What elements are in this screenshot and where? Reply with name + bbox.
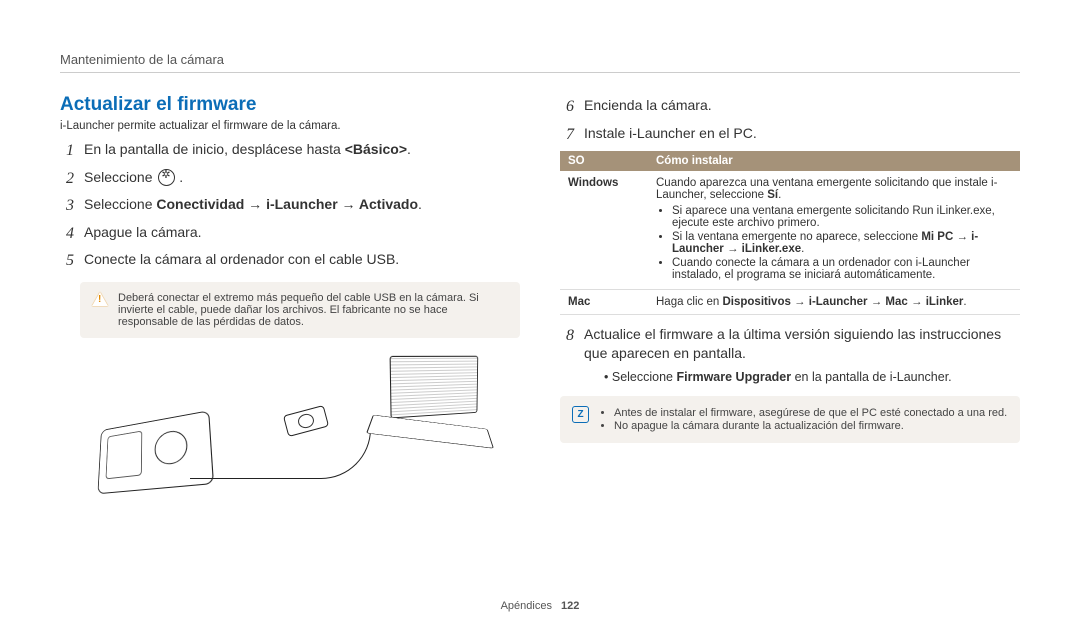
table-row-windows: Windows Cuando aparezca una ventana emer…	[560, 171, 1020, 290]
note-list: Antes de instalar el firmware, asegúrese…	[598, 406, 1007, 433]
steps-6-7: 6 Encienda la cámara. 7 Instale i-Launch…	[560, 96, 1020, 145]
step-8-item: 8 Actualice el firmware a la última vers…	[560, 325, 1020, 386]
step-5: 5 Conecte la cámara al ordenador con el …	[60, 250, 520, 272]
th-how: Cómo instalar	[648, 151, 1020, 171]
step-text: Seleccione Conectividad → i-Launcher → A…	[84, 195, 422, 214]
row-bullet: Si aparece una ventana emergente solicit…	[672, 205, 1012, 229]
step-number: 2	[60, 168, 74, 190]
step-4: 4 Apague la cámara.	[60, 223, 520, 245]
page-footer: Apéndices 122	[0, 600, 1080, 612]
row-bullet: Cuando conecte la cámara a un ordenador …	[672, 257, 1012, 281]
steps-1-5: 1 En la pantalla de inicio, desplácese h…	[60, 140, 520, 272]
step-1: 1 En la pantalla de inicio, desplácese h…	[60, 140, 520, 162]
section-title: Actualizar el firmware	[60, 94, 520, 116]
step-text: Seleccione .	[84, 168, 183, 187]
table-row-mac: Mac Haga clic en Dispositivos → i-Launch…	[560, 290, 1020, 315]
how-cell: Cuando aparezca una ventana emergente so…	[648, 171, 1020, 290]
step-3: 3 Seleccione Conectividad → i-Launcher →…	[60, 195, 520, 217]
step-text: Actualice el firmware a la última versió…	[584, 325, 1020, 386]
step-8-main: Actualice el firmware a la última versió…	[584, 326, 1001, 361]
laptop-illustration	[370, 356, 500, 446]
os-cell: Mac	[560, 290, 648, 315]
install-table: SO Cómo instalar Windows Cuando aparezca…	[560, 151, 1020, 315]
section-intro: i-Launcher permite actualizar el firmwar…	[60, 120, 520, 132]
how-cell: Haga clic en Dispositivos → i-Launcher →…	[648, 290, 1020, 315]
step-number: 6	[560, 96, 574, 118]
step-number: 8	[560, 325, 574, 347]
step-number: 5	[60, 250, 74, 272]
step-2: 2 Seleccione .	[60, 168, 520, 190]
footer-page-number: 122	[561, 600, 579, 612]
warning-icon	[92, 292, 108, 308]
os-cell: Windows	[560, 171, 648, 290]
step-number: 3	[60, 195, 74, 217]
left-column: Actualizar el firmware i-Launcher permit…	[60, 90, 520, 498]
step-8-sub: Seleccione Firmware Upgrader en la panta…	[604, 369, 1020, 386]
footer-section: Apéndices	[501, 600, 552, 612]
step-text: Apague la cámara.	[84, 223, 202, 242]
step-7: 7 Instale i-Launcher en el PC.	[560, 124, 1020, 146]
header-divider	[60, 72, 1020, 73]
breadcrumb: Mantenimiento de la cámara	[60, 52, 224, 67]
row-lead: Cuando aparezca una ventana emergente so…	[656, 177, 1012, 201]
step-number: 4	[60, 223, 74, 245]
row-bullet: Si la ventana emergente no aparece, sele…	[672, 231, 1012, 255]
step-6: 6 Encienda la cámara.	[560, 96, 1020, 118]
note-icon	[572, 406, 588, 422]
step-text: En la pantalla de inicio, desplácese has…	[84, 140, 411, 159]
step-2-prefix: Seleccione	[84, 169, 156, 185]
step-number: 1	[60, 140, 74, 162]
warning-text: Deberá conectar el extremo más pequeño d…	[118, 292, 508, 328]
step-8: 8 Actualice el firmware a la última vers…	[560, 325, 1020, 386]
cable-illustration	[190, 428, 371, 479]
warning-callout: Deberá conectar el extremo más pequeño d…	[80, 282, 520, 338]
note-callout: Antes de instalar el firmware, asegúrese…	[560, 396, 1020, 443]
gear-icon	[158, 169, 175, 186]
th-os: SO	[560, 151, 648, 171]
step-text: Instale i-Launcher en el PC.	[584, 124, 757, 143]
step-text: Encienda la cámara.	[584, 96, 712, 115]
usb-connection-diagram	[90, 348, 520, 498]
step-text: Conecte la cámara al ordenador con el ca…	[84, 250, 399, 269]
step-number: 7	[560, 124, 574, 146]
note-item: Antes de instalar el firmware, asegúrese…	[614, 407, 1007, 419]
note-item: No apague la cámara durante la actualiza…	[614, 420, 1007, 432]
right-column: 6 Encienda la cámara. 7 Instale i-Launch…	[560, 90, 1020, 498]
